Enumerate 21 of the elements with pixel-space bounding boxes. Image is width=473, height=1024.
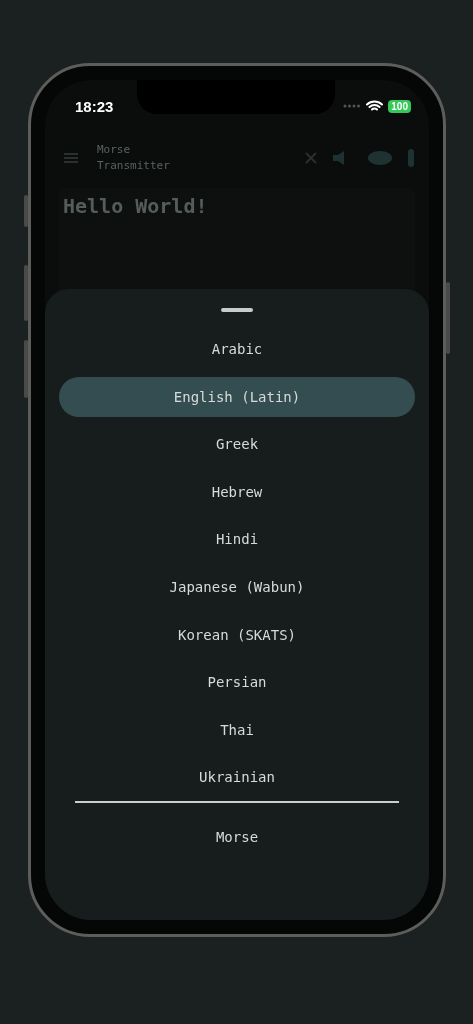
- signal-icon: [343, 104, 362, 108]
- language-option[interactable]: Persian: [59, 662, 415, 703]
- language-option[interactable]: Japanese (Wabun): [59, 566, 415, 607]
- app-title: Morse: [97, 142, 132, 158]
- language-option[interactable]: Hebrew: [59, 471, 415, 512]
- menu-icon[interactable]: [63, 152, 79, 164]
- close-icon[interactable]: [305, 152, 317, 164]
- wifi-icon: [366, 100, 384, 112]
- drag-handle[interactable]: [221, 308, 253, 312]
- battery-indicator: 100: [388, 99, 411, 113]
- language-option[interactable]: Morse: [59, 816, 415, 857]
- language-option[interactable]: Greek: [59, 424, 415, 465]
- language-option[interactable]: Thai: [59, 709, 415, 750]
- language-option[interactable]: Hindi: [59, 519, 415, 560]
- language-option[interactable]: Arabic: [59, 329, 415, 369]
- app-title: Transmitter: [97, 158, 171, 174]
- editor-text: Hello World!: [63, 194, 208, 218]
- status-time: 18:23: [75, 97, 114, 115]
- language-option[interactable]: Korean (SKATS): [59, 614, 415, 655]
- language-option[interactable]: Ukrainian: [59, 757, 415, 798]
- language-option[interactable]: English (Latin): [59, 376, 415, 417]
